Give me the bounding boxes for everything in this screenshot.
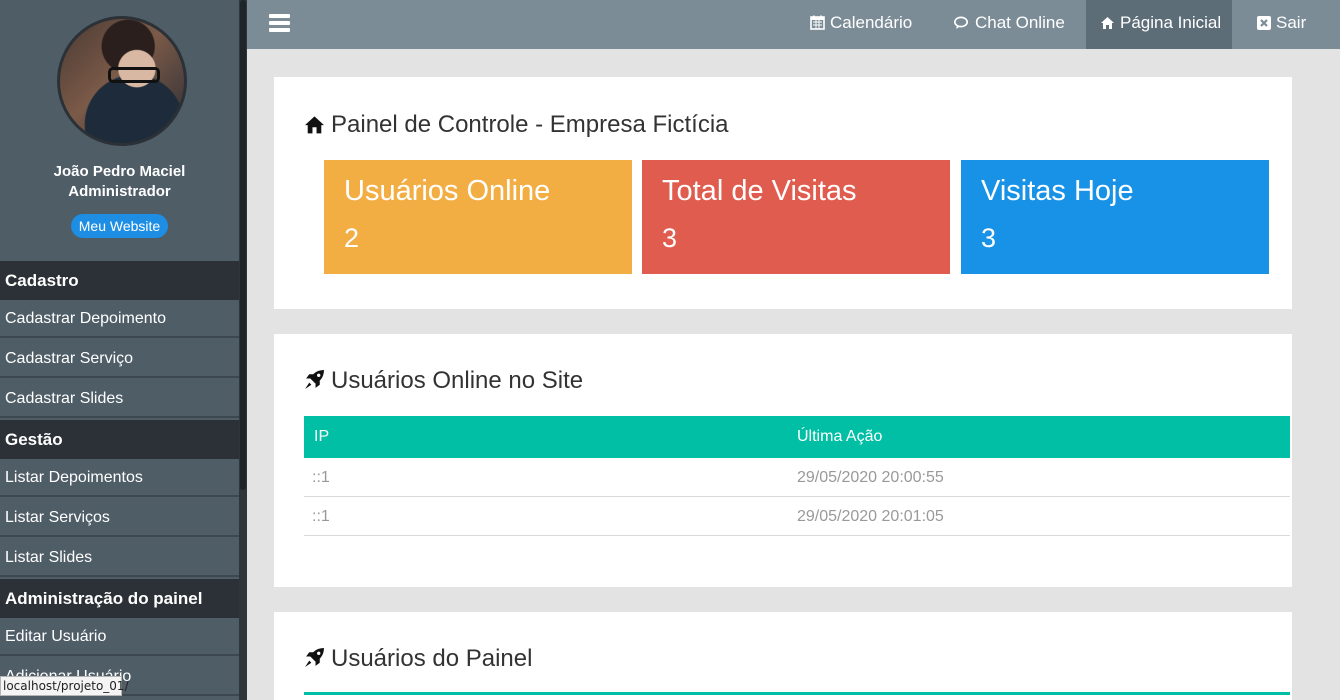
home-icon [1101,17,1114,29]
stat-label: Total de Visitas [662,175,857,207]
hamburger-icon[interactable] [269,14,290,32]
cell-ip: ::1 [312,508,330,525]
rocket-icon [305,370,324,389]
stat-total-visitas: Total de Visitas 3 [642,160,950,274]
panel-users-panel: Usuários do Painel [274,612,1292,700]
stat-value: 2 [344,223,360,253]
stat-usuarios-online: Usuários Online 2 [324,160,632,274]
home-icon [305,116,324,134]
sidebar-scrollbar-thumb[interactable] [240,0,246,490]
table-row: ::1 29/05/2020 20:01:05 [304,497,1290,536]
menu-item-listar-depoimentos[interactable]: Listar Depoimentos [0,459,239,497]
user-profile: João Pedro Maciel Administrador Meu Webs… [0,0,239,262]
cell-ip: ::1 [312,469,330,486]
cell-ultima-acao: 29/05/2020 20:00:55 [797,469,944,486]
user-name: João Pedro Maciel [53,163,186,180]
stat-label: Usuários Online [344,175,551,207]
user-role: Administrador [68,183,171,200]
online-users-title: Usuários Online no Site [304,366,583,396]
column-header-ultima-acao: Última Ação [797,428,883,445]
menu-item-cadastrar-slides[interactable]: Cadastrar Slides [0,380,239,418]
nav-pagina-inicial[interactable]: Página Inicial [1086,0,1232,49]
cell-ultima-acao: 29/05/2020 20:01:05 [797,508,944,525]
dashboard-title-text: Painel de Controle - Empresa Fictícia [331,111,729,138]
menu-section-cadastro: Cadastro [0,261,239,300]
panel-users-title: Usuários do Painel [304,644,532,674]
top-navbar: Calendário Chat Online Página Inicial Sa… [247,0,1340,49]
menu-item-cadastrar-servico[interactable]: Cadastrar Serviço [0,340,239,378]
panel-users-title-text: Usuários do Painel [331,645,533,672]
nav-chat-online-label: Chat Online [975,13,1065,32]
nav-calendario[interactable]: Calendário [810,0,912,49]
chat-icon [953,16,969,29]
menu-item-listar-slides[interactable]: Listar Slides [0,539,239,577]
menu-section-administracao: Administração do painel [0,579,239,618]
stat-value: 3 [662,223,678,253]
nav-sair[interactable]: Sair [1257,0,1306,49]
stat-value: 3 [981,223,997,253]
menu-item-cadastrar-depoimento[interactable]: Cadastrar Depoimento [0,300,239,338]
status-bar-url: localhost/projeto_01/ [0,676,129,696]
online-users-title-text: Usuários Online no Site [331,367,584,394]
nav-sair-label: Sair [1276,13,1307,32]
dashboard-title: Painel de Controle - Empresa Fictícia [304,110,729,140]
panel-users-table-header [304,692,1290,695]
menu-section-gestao: Gestão [0,420,239,459]
sidebar: João Pedro Maciel Administrador Meu Webs… [0,0,247,700]
nav-chat-online[interactable]: Chat Online [953,0,1065,49]
online-users-table-header: IP Última Ação [304,416,1290,458]
close-square-icon [1257,16,1271,30]
stat-visitas-hoje: Visitas Hoje 3 [961,160,1269,274]
menu-item-listar-servicos[interactable]: Listar Serviços [0,499,239,537]
menu-item-editar-usuario[interactable]: Editar Usuário [0,618,239,656]
rocket-icon [305,648,324,667]
nav-calendario-label: Calendário [830,13,913,32]
avatar [57,16,187,146]
table-row: ::1 29/05/2020 20:00:55 [304,458,1290,497]
nav-pagina-inicial-label: Página Inicial [1120,13,1222,32]
column-header-ip: IP [314,428,330,445]
stat-label: Visitas Hoje [981,175,1134,207]
calendar-icon [810,15,825,30]
my-website-button[interactable]: Meu Website [71,214,168,238]
